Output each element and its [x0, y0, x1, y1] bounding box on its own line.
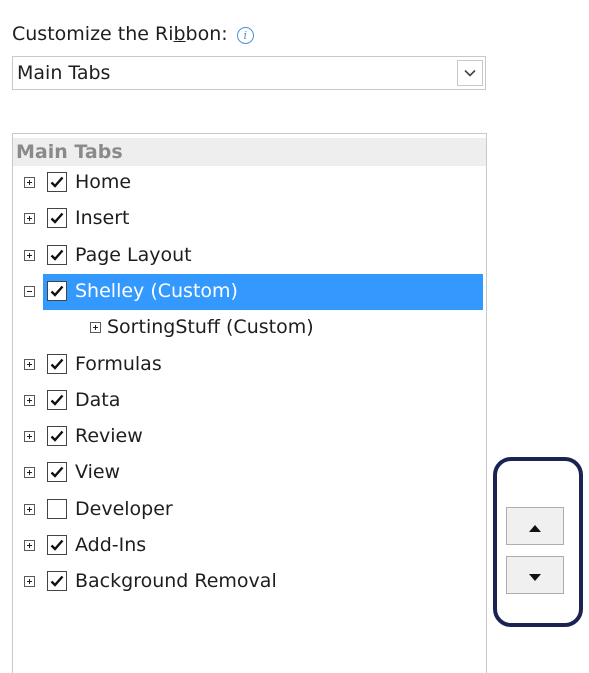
- heading-text-start: Customize the Ri: [12, 23, 174, 45]
- tree-item-label: Data: [75, 388, 121, 411]
- tree-item[interactable]: Home: [13, 165, 486, 201]
- tree-item[interactable]: Background Removal: [13, 564, 486, 600]
- customize-ribbon-heading: Customize the Ribbon: i: [12, 22, 254, 46]
- checkbox-checked[interactable]: [47, 353, 67, 374]
- info-icon[interactable]: i: [236, 27, 254, 44]
- tree-item-label: Add-Ins: [75, 534, 147, 556]
- tree-item[interactable]: Review: [13, 419, 486, 455]
- tree-item-label: Formulas: [75, 352, 162, 375]
- triangle-up-icon: [529, 517, 541, 536]
- expand-plus-icon[interactable]: [24, 576, 35, 588]
- tree-item-label: Background Removal: [75, 570, 277, 593]
- expand-plus-icon[interactable]: [90, 322, 101, 334]
- tree-item-label: Review: [75, 425, 143, 448]
- collapse-minus-icon[interactable]: [24, 285, 35, 297]
- checkbox-checked[interactable]: [47, 244, 67, 265]
- checkbox-checked[interactable]: [47, 462, 67, 483]
- expand-plus-icon[interactable]: [24, 177, 35, 188]
- tree-item[interactable]: Data: [13, 383, 486, 419]
- heading-accesskey: b: [173, 23, 186, 45]
- expand-plus-icon[interactable]: [24, 540, 35, 551]
- tree-item[interactable]: Page Layout: [13, 238, 486, 274]
- ribbon-tabs-tree[interactable]: Main Tabs Home Insert Page Layout Shelley (…: [12, 133, 487, 673]
- dropdown-selected-value: Main Tabs: [17, 62, 111, 84]
- move-down-button[interactable]: [506, 556, 564, 594]
- tree-item[interactable]: Shelley (Custom): [13, 273, 486, 310]
- checkbox-unchecked[interactable]: [47, 498, 67, 519]
- tree-item[interactable]: View: [13, 455, 486, 491]
- expand-plus-icon[interactable]: [24, 467, 35, 479]
- expand-plus-icon[interactable]: [24, 358, 35, 370]
- chevron-down-icon[interactable]: [457, 60, 483, 86]
- heading-text-end: bon:: [185, 23, 228, 45]
- tree-item-label: SortingStuff (Custom): [107, 316, 314, 339]
- tree-item[interactable]: Developer: [13, 492, 486, 528]
- checkbox-checked[interactable]: [47, 208, 67, 229]
- tree-item[interactable]: Formulas: [13, 347, 486, 383]
- move-up-button[interactable]: [506, 507, 564, 545]
- expand-plus-icon[interactable]: [24, 431, 35, 443]
- tree-item[interactable]: Insert: [13, 201, 486, 237]
- checkbox-checked[interactable]: [47, 571, 67, 592]
- tree-item[interactable]: Add-Ins: [13, 528, 486, 564]
- tree-item-label: Developer: [75, 497, 173, 520]
- expand-plus-icon[interactable]: [24, 213, 35, 225]
- tree-item-label: View: [75, 461, 121, 484]
- checkbox-checked[interactable]: [47, 426, 67, 447]
- checkbox-checked[interactable]: [47, 280, 67, 301]
- triangle-down-icon: [529, 566, 541, 585]
- checkbox-checked[interactable]: [47, 535, 67, 555]
- expand-plus-icon[interactable]: [24, 394, 35, 406]
- tabs-dropdown[interactable]: Main Tabs: [12, 56, 486, 90]
- tree-item-label: Page Layout: [75, 243, 192, 266]
- checkbox-checked[interactable]: [47, 389, 67, 410]
- checkbox-checked[interactable]: [47, 172, 67, 192]
- tree-group-header: Main Tabs: [13, 138, 486, 166]
- tree-item-label: Home: [75, 171, 132, 193]
- expand-plus-icon[interactable]: [24, 249, 35, 261]
- expand-plus-icon[interactable]: [24, 503, 35, 515]
- tree-item[interactable]: SortingStuff (Custom): [13, 310, 486, 346]
- tree-item-label: Shelley (Custom): [75, 279, 238, 302]
- tree-item-label: Insert: [75, 207, 130, 230]
